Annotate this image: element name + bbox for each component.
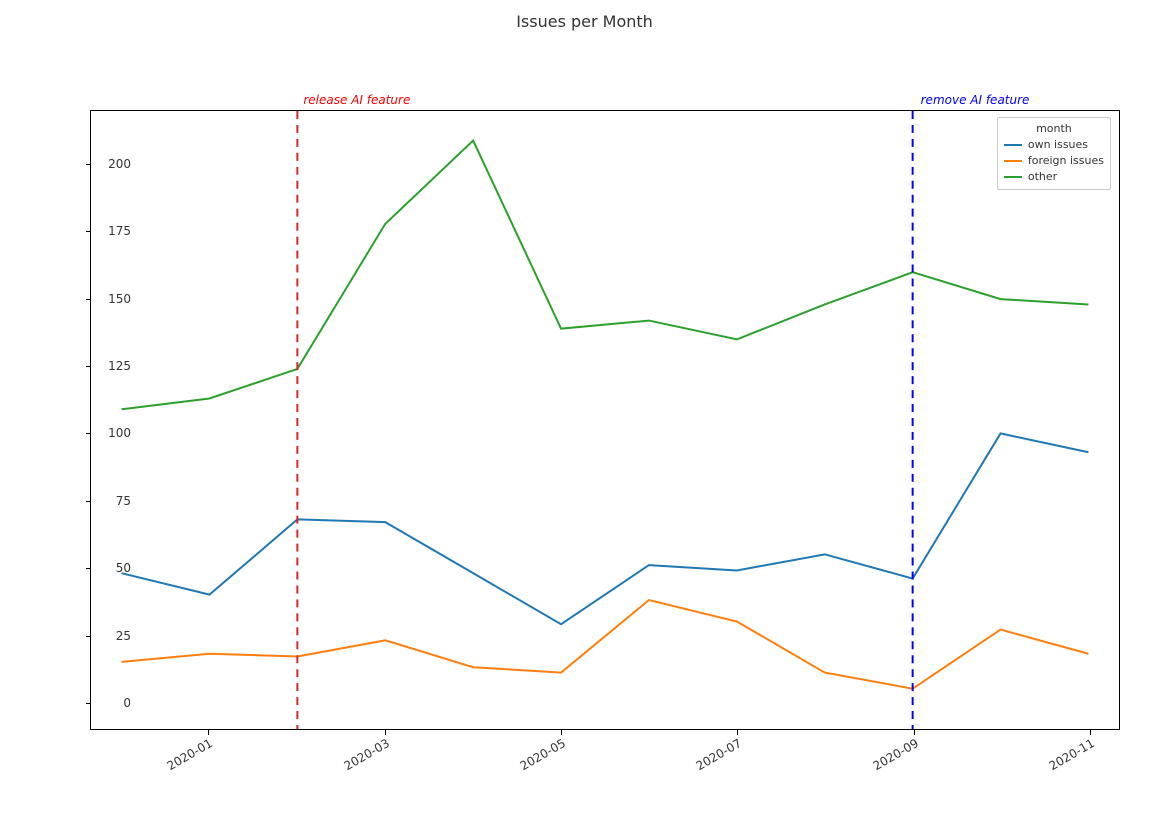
xtick-label: 2020-09 bbox=[870, 736, 920, 773]
xtick-label: 2020-05 bbox=[517, 736, 567, 773]
xtick-label: 2020-07 bbox=[694, 736, 744, 773]
legend-swatch bbox=[1004, 176, 1022, 178]
series-line bbox=[122, 600, 1089, 689]
chart-figure: Issues per Month 0255075100125150175200 … bbox=[0, 0, 1169, 827]
annotation-label: remove AI feature bbox=[921, 93, 1030, 107]
legend-swatch bbox=[1004, 144, 1022, 146]
chart-title: Issues per Month bbox=[0, 12, 1169, 31]
line-layer bbox=[91, 111, 1119, 729]
xtick-mark bbox=[561, 730, 562, 735]
annotation-label: release AI feature bbox=[303, 93, 410, 107]
xtick-mark bbox=[1090, 730, 1091, 735]
legend-label: other bbox=[1028, 169, 1057, 185]
legend-row: own issues bbox=[1004, 137, 1104, 153]
xtick-mark bbox=[385, 730, 386, 735]
plot-area: month own issuesforeign issuesother rele… bbox=[90, 110, 1120, 730]
legend-label: foreign issues bbox=[1028, 153, 1104, 169]
legend: month own issuesforeign issuesother bbox=[997, 117, 1111, 190]
legend-title: month bbox=[1004, 122, 1104, 135]
xtick-label: 2020-01 bbox=[165, 736, 215, 773]
legend-label: own issues bbox=[1028, 137, 1088, 153]
legend-row: other bbox=[1004, 169, 1104, 185]
xtick-label: 2020-03 bbox=[341, 736, 391, 773]
xtick-mark bbox=[208, 730, 209, 735]
xtick-label: 2020-11 bbox=[1047, 736, 1097, 773]
xtick-mark bbox=[737, 730, 738, 735]
xtick-mark bbox=[914, 730, 915, 735]
series-line bbox=[122, 141, 1089, 410]
legend-row: foreign issues bbox=[1004, 153, 1104, 169]
legend-swatch bbox=[1004, 160, 1022, 162]
series-line bbox=[122, 433, 1089, 624]
